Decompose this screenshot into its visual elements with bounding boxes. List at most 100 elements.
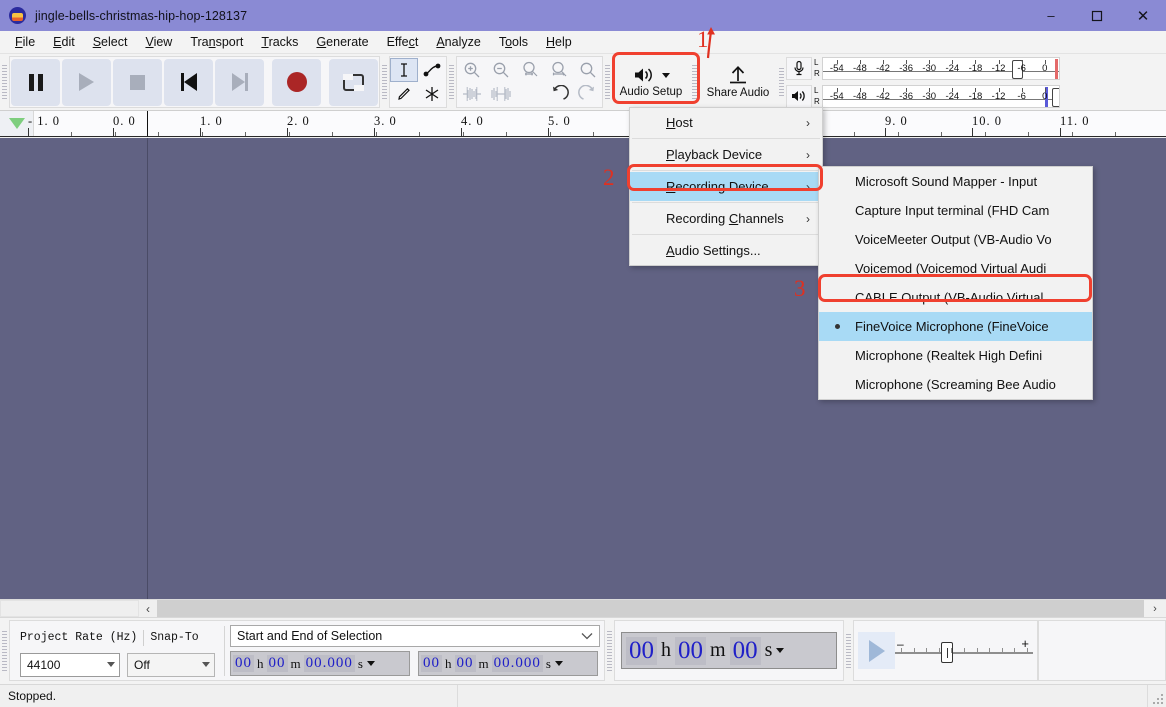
menu-item-recording-device[interactable]: Recording Device ›: [630, 172, 822, 201]
menu-item-audio-settings[interactable]: Audio Settings...: [630, 236, 822, 265]
play-speed-toolbar-grip[interactable]: [844, 618, 853, 684]
menu-item-label: Recording Channels: [666, 211, 784, 226]
fit-selection-button[interactable]: [515, 58, 544, 82]
hscroll-right-arrow[interactable]: ›: [1144, 600, 1166, 617]
minimize-button[interactable]: –: [1028, 0, 1074, 31]
slider-tick: [1027, 648, 1028, 653]
zoom-in-button[interactable]: [457, 58, 486, 82]
selection-tool-icon: [397, 62, 411, 78]
redo-button[interactable]: [573, 82, 602, 106]
submenu-item-2[interactable]: VoiceMeeter Output (VB-Audio Vo: [819, 225, 1092, 254]
chevron-right-icon: ›: [806, 212, 810, 226]
recording-meter[interactable]: L R -54-48-42-36-30-24-18-12-60: [786, 56, 1060, 81]
status-cell-secondary: [458, 685, 1148, 707]
recording-meter-scale[interactable]: -54-48-42-36-30-24-18-12-60: [822, 57, 1060, 80]
envelope-tool-button[interactable]: [418, 58, 446, 82]
playback-meter-scale[interactable]: -54-48-42-36-30-24-18-12-60: [822, 85, 1060, 108]
menu-transport[interactable]: Transport: [181, 33, 252, 51]
time-toolbar-grip[interactable]: [605, 618, 614, 684]
speaker-output-icon: [786, 85, 812, 108]
resize-grip[interactable]: [1148, 685, 1166, 707]
menu-effect[interactable]: Effect: [378, 33, 428, 51]
trim-audio-button[interactable]: [457, 82, 486, 106]
menu-item-host[interactable]: Host ›: [630, 108, 822, 137]
submenu-item-0[interactable]: Microsoft Sound Mapper - Input: [819, 167, 1092, 196]
playback-meter[interactable]: L R -54-48-42-36-30-24-18-12-60: [786, 84, 1060, 109]
horizontal-scrollbar[interactable]: ‹ ›: [0, 599, 1166, 617]
skip-to-end-button[interactable]: [215, 59, 264, 106]
ruler-minor-tick: [463, 132, 464, 136]
transport-toolbar-grip[interactable]: [0, 54, 9, 110]
multi-tool-button[interactable]: [418, 82, 446, 106]
play-at-speed-button[interactable]: [858, 632, 895, 669]
share-audio-button[interactable]: Share Audio: [699, 56, 777, 108]
silence-audio-button[interactable]: [486, 82, 515, 106]
zoom-toggle-button[interactable]: [573, 58, 602, 82]
ruler-minor-tick: [419, 132, 420, 136]
audio-setup-toolbar-grip[interactable]: [603, 54, 612, 110]
menu-help[interactable]: Help: [537, 33, 581, 51]
menu-tracks[interactable]: Tracks: [252, 33, 307, 51]
menu-edit[interactable]: Edit: [44, 33, 84, 51]
maximize-button[interactable]: [1074, 0, 1120, 31]
undo-button[interactable]: [544, 82, 573, 106]
project-rate-select[interactable]: 44100: [20, 653, 120, 677]
submenu-item-3[interactable]: Voicemod (Voicemod Virtual Audi: [819, 254, 1092, 283]
play-speed-slider[interactable]: – +: [895, 638, 1033, 664]
stop-button[interactable]: [113, 59, 162, 106]
ruler-minor-tick: [854, 132, 855, 136]
close-button[interactable]: ✕: [1120, 0, 1166, 31]
menu-file[interactable]: FFileile: [6, 33, 44, 51]
menu-view[interactable]: View: [136, 33, 181, 51]
menu-item-recording-channels[interactable]: Recording Channels ›: [630, 204, 822, 233]
menu-tools[interactable]: Tools: [490, 33, 537, 51]
record-button[interactable]: [272, 59, 321, 106]
meter-tick-label: 0: [1042, 63, 1047, 74]
selection-start-time[interactable]: 00 h 00 m 00.000 s: [230, 651, 410, 676]
annotation-arrow-1: [700, 25, 722, 59]
draw-tool-button[interactable]: [390, 82, 418, 106]
meter-tick-label: -6: [1017, 63, 1025, 74]
selection-toolbar-grip[interactable]: [0, 618, 9, 684]
hscroll-track[interactable]: ‹: [0, 600, 1144, 617]
chevron-down-icon[interactable]: [367, 661, 375, 666]
share-audio-toolbar-grip[interactable]: [690, 54, 699, 110]
hscroll-left-arrow[interactable]: ‹: [139, 600, 157, 617]
audio-position-time[interactable]: 00 h 00 m 00 s: [621, 632, 837, 669]
menu-item-playback-device[interactable]: Playback Device ›: [630, 140, 822, 169]
tools-toolbar-grip[interactable]: [380, 54, 389, 110]
chevron-down-icon[interactable]: [776, 648, 784, 653]
loop-icon: [343, 74, 364, 91]
submenu-item-1[interactable]: Capture Input terminal (FHD Cam: [819, 196, 1092, 225]
menu-generate[interactable]: Generate: [307, 33, 377, 51]
audio-setup-toolbar: Audio Setup: [612, 56, 690, 108]
menu-separator: [632, 234, 820, 235]
chevron-down-icon[interactable]: [555, 661, 563, 666]
timeline-ruler[interactable]: - 1. 00. 01. 02. 03. 04. 05. 08. 09. 010…: [0, 111, 1166, 137]
audio-setup-button[interactable]: Audio Setup: [612, 56, 690, 108]
selection-end-time[interactable]: 00 h 00 m 00.000 s: [418, 651, 598, 676]
recording-meter-grip[interactable]: [777, 54, 786, 110]
snap-to-select[interactable]: Off: [127, 653, 215, 677]
zoom-out-button[interactable]: [486, 58, 515, 82]
meter-tick-label: -6: [1017, 91, 1025, 102]
edit-toolbar-grip[interactable]: [447, 54, 456, 110]
fit-project-button[interactable]: [544, 58, 573, 82]
submenu-item-5[interactable]: FineVoice Microphone (FineVoice: [819, 312, 1092, 341]
meter-tick-label: -42: [876, 63, 890, 74]
submenu-item-4[interactable]: CABLE Output (VB-Audio Virtual: [819, 283, 1092, 312]
ruler-major-tick: [972, 128, 973, 136]
submenu-item-7[interactable]: Microphone (Screaming Bee Audio: [819, 370, 1092, 399]
selection-mode-select[interactable]: Start and End of Selection: [230, 625, 600, 647]
play-button[interactable]: [62, 59, 111, 106]
status-message: Stopped.: [0, 685, 458, 707]
pause-button[interactable]: [11, 59, 60, 106]
menu-analyze[interactable]: Analyze: [427, 33, 489, 51]
menu-select[interactable]: Select: [84, 33, 137, 51]
selection-tool-button[interactable]: [390, 58, 418, 82]
skip-to-start-button[interactable]: [164, 59, 213, 106]
ruler-label: 2. 0: [287, 114, 310, 129]
submenu-item-6[interactable]: Microphone (Realtek High Defini: [819, 341, 1092, 370]
hscroll-thumb[interactable]: [0, 600, 139, 617]
loop-button[interactable]: [329, 59, 378, 106]
